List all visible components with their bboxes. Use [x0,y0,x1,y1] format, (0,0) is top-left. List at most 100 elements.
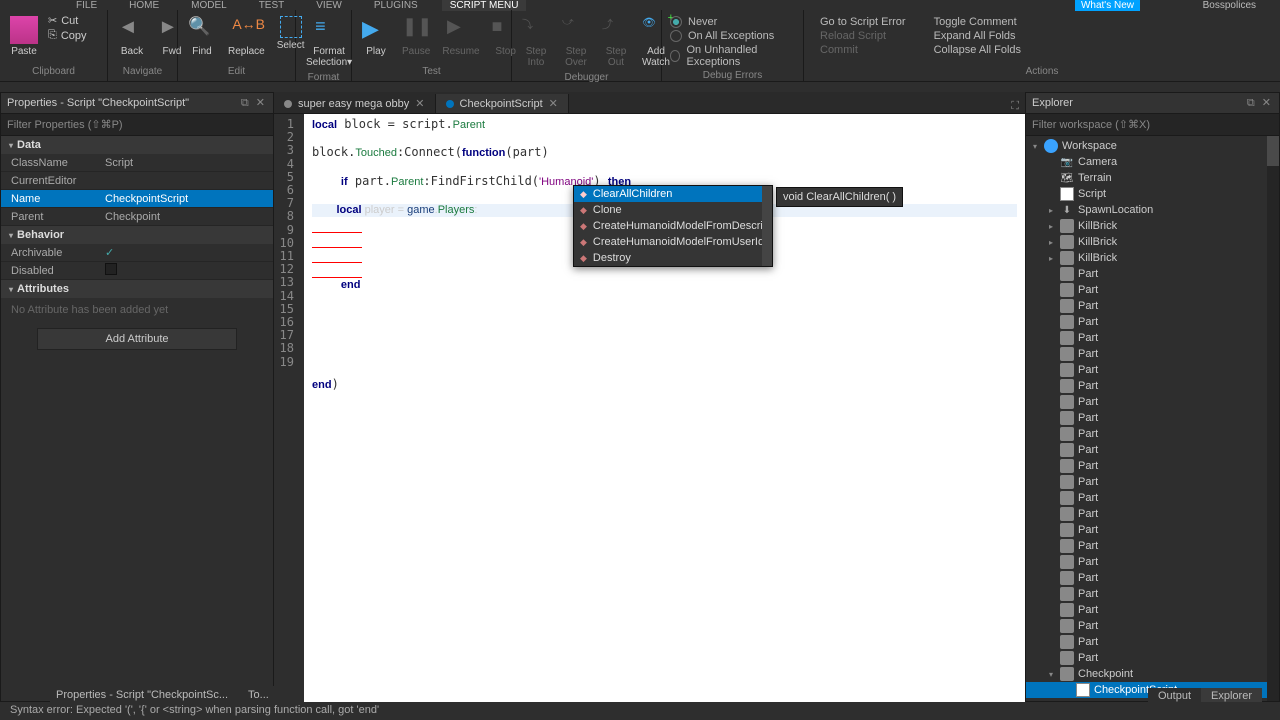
menu-tab-home[interactable]: HOME [121,0,167,11]
prop-name[interactable]: NameCheckpointScript [1,190,273,208]
expand-arrow-icon[interactable]: ▸ [1046,238,1056,247]
go-to-script-error-link[interactable]: Go to Script Error [820,16,906,28]
autocomplete-item[interactable]: CreateHumanoidModelFromUserId [574,234,772,250]
expand-arrow-icon[interactable]: ▸ [1046,206,1056,215]
menu-tab-view[interactable]: VIEW [308,0,350,11]
close-icon[interactable]: ✕ [254,97,267,109]
section-data[interactable]: Data [1,136,273,154]
group-label: Debugger [520,70,653,83]
tree-item[interactable]: Part [1026,554,1279,570]
tree-item[interactable]: Part [1026,490,1279,506]
tree-item[interactable]: Part [1026,378,1279,394]
toggle-comment-link[interactable]: Toggle Comment [934,16,1021,28]
tree-item[interactable]: Part [1026,634,1279,650]
tree-item[interactable]: ▸KillBrick [1026,250,1279,266]
tree-item[interactable]: Part [1026,586,1279,602]
replace-button[interactable]: A↔BReplace [226,14,267,59]
file-tab-inactive[interactable]: super easy mega obby✕ [274,94,436,113]
tree-item[interactable]: Part [1026,442,1279,458]
prop-currenteditor[interactable]: CurrentEditor [1,172,273,190]
undock-icon[interactable]: ⧉ [1245,97,1257,109]
radio-unhandled-exceptions[interactable]: On Unhandled Exceptions [670,44,795,68]
maximize-icon[interactable]: ⛶ [1011,100,1019,113]
tree-item[interactable]: Part [1026,618,1279,634]
close-icon[interactable]: ✕ [415,97,424,110]
add-attribute-button[interactable]: Add Attribute [37,328,237,350]
checkbox-icon[interactable] [105,263,117,275]
menu-tab-script-menu[interactable]: SCRIPT MENU [442,0,527,11]
section-attributes[interactable]: Attributes [1,280,273,298]
autocomplete-item[interactable]: Clone [574,202,772,218]
tree-item[interactable]: Script [1026,186,1279,202]
expand-arrow-icon[interactable]: ▸ [1046,254,1056,263]
tree-item[interactable]: Part [1026,506,1279,522]
tree-item[interactable]: Part [1026,298,1279,314]
radio-never[interactable]: Never [670,16,795,28]
tree-item[interactable]: Part [1026,410,1279,426]
prop-disabled[interactable]: Disabled [1,262,273,280]
tree-item[interactable]: Part [1026,474,1279,490]
menu-tab-test[interactable]: TEST [251,0,293,11]
prop-archivable[interactable]: Archivable✓ [1,244,273,262]
back-button[interactable]: ◄Back [116,14,148,59]
tree-item[interactable]: Part [1026,538,1279,554]
tree-item[interactable]: ▾Checkpoint [1026,666,1279,682]
section-behavior[interactable]: Behavior [1,226,273,244]
find-button[interactable]: 🔍Find [186,14,218,59]
menu-tab-plugins[interactable]: PLUGINS [366,0,426,11]
close-icon[interactable]: ✕ [549,97,558,110]
tree-item[interactable]: ▸SpawnLocation [1026,202,1279,218]
filter-workspace-input[interactable]: Filter workspace (⇧⌘X) [1026,114,1279,136]
tree-item[interactable]: Part [1026,362,1279,378]
tree-item[interactable]: Part [1026,602,1279,618]
tree-item[interactable]: Part [1026,650,1279,666]
tree-item[interactable]: Part [1026,266,1279,282]
prop-parent[interactable]: ParentCheckpoint [1,208,273,226]
menu-tab-model[interactable]: MODEL [183,0,235,11]
autocomplete-popup[interactable]: ClearAllChildrenCloneCreateHumanoidModel… [573,185,773,267]
tree-item[interactable]: ▾Workspace [1026,138,1279,154]
format-selection-button[interactable]: ≡Format Selection▾ [304,14,354,70]
prop-classname[interactable]: ClassNameScript [1,154,273,172]
tree-item[interactable]: Terrain [1026,170,1279,186]
tree-item[interactable]: Part [1026,282,1279,298]
tree-item[interactable]: Part [1026,458,1279,474]
expand-arrow-icon[interactable]: ▾ [1046,670,1056,679]
filter-properties-input[interactable]: Filter Properties (⇧⌘P) [1,114,273,136]
toolbox-tab[interactable]: To... [242,687,275,703]
tree-item-label: Part [1078,604,1098,616]
file-tab-active[interactable]: CheckpointScript✕ [436,94,569,113]
menu-tab-file[interactable]: FILE [68,0,105,11]
play-button[interactable]: ▶Play [360,14,392,59]
paste-button[interactable]: Paste [8,14,40,59]
scrollbar[interactable] [1267,136,1279,701]
autocomplete-item[interactable]: Destroy [574,250,772,266]
whats-new-button[interactable]: What's New [1075,0,1140,11]
tree-item[interactable]: Part [1026,426,1279,442]
close-icon[interactable]: ✕ [1260,97,1273,109]
explorer-tree[interactable]: ▾WorkspaceCameraTerrainScript▸SpawnLocat… [1026,136,1279,701]
tree-item[interactable]: Part [1026,570,1279,586]
autocomplete-item[interactable]: CreateHumanoidModelFromDescri... [574,218,772,234]
copy-button[interactable]: ⎘Copy [48,29,87,42]
tree-item[interactable]: ▸KillBrick [1026,234,1279,250]
expand-arrow-icon[interactable]: ▾ [1030,142,1040,151]
undock-icon[interactable]: ⧉ [239,97,251,109]
step-out-button: ⤴Step Out [600,14,632,70]
expand-all-folds-link[interactable]: Expand All Folds [934,30,1021,42]
cut-button[interactable]: ✂Cut [48,14,87,27]
expand-arrow-icon[interactable]: ▸ [1046,222,1056,231]
tree-item[interactable]: Part [1026,330,1279,346]
scroll-thumb[interactable] [1267,136,1279,166]
properties-tab[interactable]: Properties - Script "CheckpointSc... [50,687,234,703]
collapse-all-folds-link[interactable]: Collapse All Folds [934,44,1021,56]
tree-item[interactable]: Part [1026,346,1279,362]
tree-item[interactable]: Part [1026,314,1279,330]
tree-item[interactable]: Part [1026,522,1279,538]
part-icon [1060,555,1074,569]
autocomplete-item[interactable]: ClearAllChildren [574,186,772,202]
tree-item[interactable]: Camera [1026,154,1279,170]
radio-all-exceptions[interactable]: On All Exceptions [670,30,795,42]
tree-item[interactable]: Part [1026,394,1279,410]
tree-item[interactable]: ▸KillBrick [1026,218,1279,234]
